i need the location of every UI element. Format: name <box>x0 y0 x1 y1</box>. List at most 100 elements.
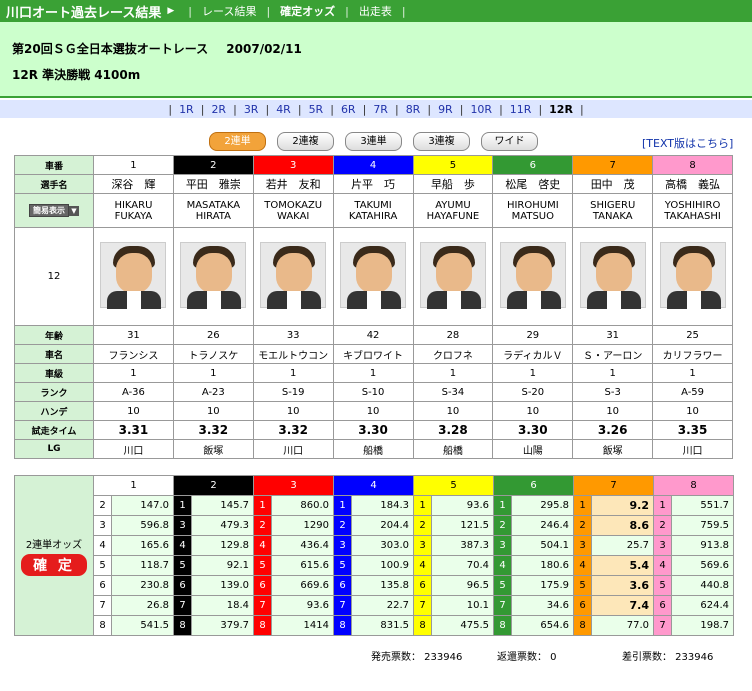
odds-value: 77.0 <box>591 615 654 636</box>
race-info: 12R 準決勝戦 4100m <box>12 68 141 82</box>
odds-second-number: 1 <box>653 495 672 516</box>
odds-row: 3 596.8 3 479.3 2 1290 2 204.4 2 121.5 2 246.4 2 8.6 2… <box>15 515 734 536</box>
odds-second-number: 5 <box>493 575 512 596</box>
car-number-8: 8 <box>652 155 733 175</box>
handicap-row: ハンデ 10 10 10 10 10 10 10 10 <box>14 401 733 421</box>
nav-entry-list[interactable]: 出走表 <box>355 3 396 19</box>
odds-second-number: 8 <box>413 615 432 636</box>
odds-value: 541.5 <box>111 615 174 636</box>
odds-row: 5 118.7 5 92.1 5 615.6 5 100.9 4 70.4 4 180.6 4 5.4 4 5… <box>15 555 734 576</box>
nav-confirmed-odds[interactable]: 確定オッズ <box>276 3 339 19</box>
rider-class: 1 <box>412 363 494 383</box>
race-link-6r[interactable]: 6R <box>334 103 363 116</box>
car-number-5: 5 <box>412 155 494 175</box>
tab-trio[interactable]: 3連複 <box>413 132 470 151</box>
rider-lg: 船橋 <box>412 439 494 459</box>
odds-second-number: 7 <box>653 615 672 636</box>
rider-class: 1 <box>332 363 414 383</box>
rider-class: 1 <box>252 363 334 383</box>
rider-romaji: MASATAKA HIRATA <box>172 193 254 228</box>
rider-photo <box>579 242 646 309</box>
rider-photo <box>659 242 726 309</box>
confirmed-badge: 確 定 <box>21 553 87 576</box>
race-title-line: 第20回ＳＧ全日本選抜オートレース 2007/02/11 <box>12 40 302 57</box>
lg-row-label: LG <box>14 439 94 459</box>
bike-name-row: 車名 フランシス トラノスケ モエルトウコン キブロワイト クロフネ ラディカルＶ Ｓ・アーロ… <box>14 344 733 364</box>
odds-second-number: 5 <box>573 575 592 596</box>
odds-value: 7.4 <box>591 595 654 616</box>
tab-quinella[interactable]: 2連複 <box>277 132 334 151</box>
odds-second-number: 1 <box>573 495 592 516</box>
romaji-given: HIROHUMI <box>506 199 559 211</box>
car-number-7: 7 <box>572 155 654 175</box>
race-link-7r[interactable]: 7R <box>366 103 395 116</box>
net-count: 差引票数： 233946 <box>622 652 714 663</box>
race-link-10r[interactable]: 10R <box>463 103 499 116</box>
odds-second-number: 7 <box>413 595 432 616</box>
odds-second-number: 8 <box>173 615 192 636</box>
odds-value: 479.3 <box>191 515 254 536</box>
odds-value: 100.9 <box>351 555 414 576</box>
odds-first-1: 1 <box>93 475 174 496</box>
tab-wide[interactable]: ワイド <box>481 132 538 151</box>
rider-name: 若井 友和 <box>252 174 334 194</box>
tab-trifecta[interactable]: 3連単 <box>345 132 402 151</box>
odds-value: 9.2 <box>591 495 654 516</box>
vote-summary: 発売票数： 233946 返還票数： 0 差引票数： 233946 <box>0 648 752 663</box>
odds-second-number: 3 <box>93 515 112 536</box>
odds-first-5: 5 <box>413 475 494 496</box>
rider-photo <box>180 242 247 309</box>
odds-value: 96.5 <box>431 575 494 596</box>
odds-value: 295.8 <box>511 495 574 516</box>
race-link-2r[interactable]: 2R <box>204 103 233 116</box>
rider-age: 33 <box>252 325 334 345</box>
odds-value: 175.9 <box>511 575 574 596</box>
rider-lg: 山陽 <box>492 439 574 459</box>
odds-second-number: 6 <box>653 595 672 616</box>
race-header: 第20回ＳＧ全日本選抜オートレース 2007/02/11 12R 準決勝戦 41… <box>0 22 752 98</box>
handicap-row-label: ハンデ <box>14 401 94 421</box>
car-number-2: 2 <box>172 155 254 175</box>
bike-name: Ｓ・アーロン <box>572 344 654 364</box>
odds-second-number: 7 <box>93 595 112 616</box>
bike-name: キブロワイト <box>332 344 414 364</box>
race-link-1r[interactable]: 1R <box>172 103 201 116</box>
odds-second-number: 7 <box>173 595 192 616</box>
trial-time-row-label: 試走タイム <box>14 420 94 440</box>
race-link-11r[interactable]: 11R <box>503 103 539 116</box>
trial-time-row: 試走タイム 3.31 3.32 3.32 3.30 3.28 3.30 3.26 3.35 <box>14 420 733 440</box>
rider-name: 松尾 啓史 <box>492 174 574 194</box>
tab-exacta[interactable]: 2連単 <box>209 132 266 151</box>
odds-value: 26.8 <box>111 595 174 616</box>
race-link-4r[interactable]: 4R <box>269 103 298 116</box>
romaji-family: TANAKA <box>592 210 633 222</box>
race-link-3r[interactable]: 3R <box>237 103 266 116</box>
odds-value: 860.0 <box>271 495 334 516</box>
odds-value: 135.8 <box>351 575 414 596</box>
race-link-5r[interactable]: 5R <box>302 103 331 116</box>
odds-second-number: 5 <box>93 555 112 576</box>
odds-second-number: 3 <box>653 535 672 556</box>
odds-second-number: 4 <box>493 555 512 576</box>
odds-second-number: 1 <box>413 495 432 516</box>
odds-value: 184.3 <box>351 495 414 516</box>
chevron-down-icon[interactable]: ▼ <box>69 205 79 216</box>
easy-display-label[interactable]: 簡易表示 <box>29 204 69 217</box>
odds-value: 10.1 <box>431 595 494 616</box>
rider-class: 1 <box>492 363 574 383</box>
rider-handicap: 10 <box>572 401 654 421</box>
odds-value: 147.0 <box>111 495 174 516</box>
odds-value: 8.6 <box>591 515 654 536</box>
race-link-12r[interactable]: 12R <box>542 103 580 116</box>
odds-second-number: 4 <box>413 555 432 576</box>
race-link-9r[interactable]: 9R <box>431 103 460 116</box>
race-date: 2007/02/11 <box>226 42 302 56</box>
odds-second-number: 2 <box>253 515 272 536</box>
odds-first-4: 4 <box>333 475 414 496</box>
bike-name: モエルトウコン <box>252 344 334 364</box>
nav-race-result[interactable]: レース結果 <box>198 3 260 19</box>
odds-value: 139.0 <box>191 575 254 596</box>
odds-first-2: 2 <box>173 475 254 496</box>
race-link-8r[interactable]: 8R <box>399 103 428 116</box>
text-version-link[interactable]: [TEXT版はこちら] <box>642 135 733 151</box>
